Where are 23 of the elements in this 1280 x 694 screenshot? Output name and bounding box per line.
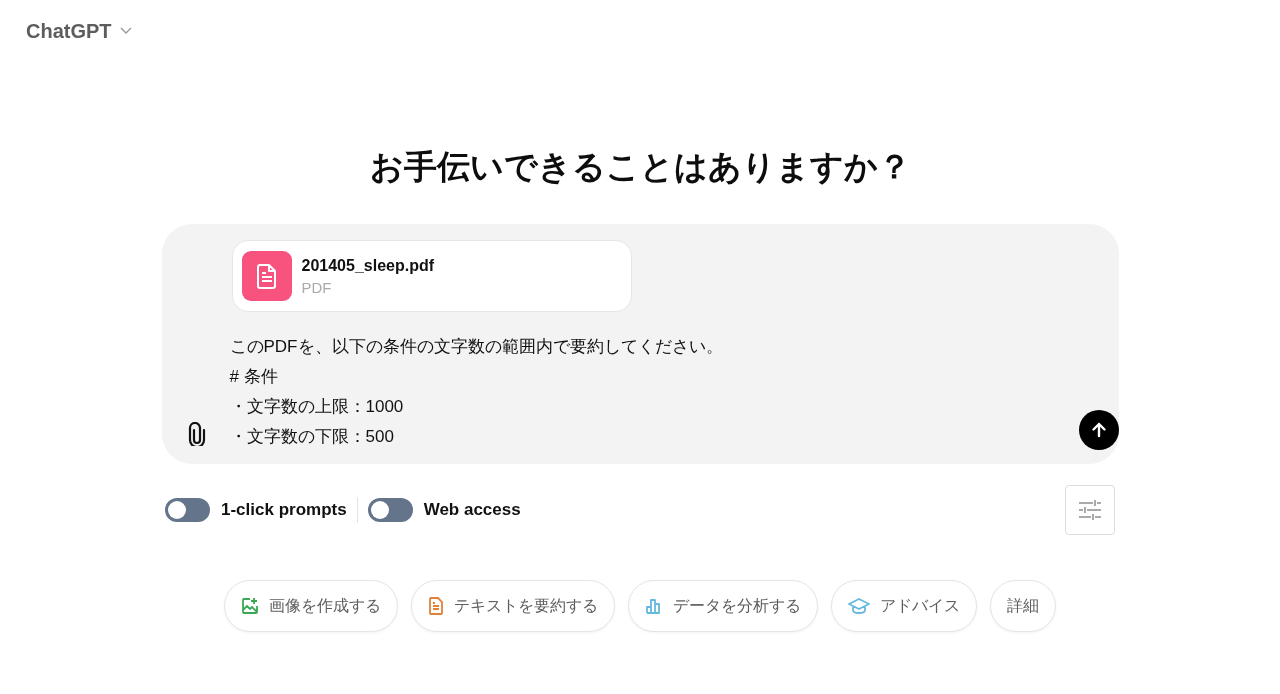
document-icon bbox=[428, 597, 444, 615]
suggestion-chip[interactable]: データを分析する bbox=[628, 580, 818, 632]
graduation-cap-icon bbox=[848, 597, 870, 615]
sliders-icon bbox=[1077, 498, 1103, 522]
file-name: 201405_sleep.pdf bbox=[301, 256, 435, 275]
paperclip-icon[interactable] bbox=[187, 422, 206, 446]
file-type: PDF bbox=[301, 278, 333, 296]
model-selector[interactable]: ChatGPT bbox=[26, 16, 132, 46]
page-heading: お手伝いできることはありますか？ bbox=[369, 147, 911, 187]
suggestion-chip[interactable]: アドバイス bbox=[831, 580, 977, 632]
toggle-switch[interactable] bbox=[165, 498, 210, 522]
message-input[interactable]: このPDFを、以下の条件の文字数の範囲内で要約してください。 # 条件 ・文字数の上限：1000 ・文字数の下限：500 bbox=[229, 332, 1079, 452]
toggle-label: Web access bbox=[423, 500, 521, 520]
send-button[interactable] bbox=[1078, 410, 1119, 450]
document-icon bbox=[241, 251, 292, 301]
toggle-switch[interactable] bbox=[367, 498, 413, 522]
suggestion-chip[interactable]: 詳細 bbox=[990, 580, 1056, 632]
suggestion-chip[interactable]: 画像を作成する bbox=[224, 580, 398, 632]
chevron-down-icon bbox=[119, 27, 132, 35]
suggestion-chip[interactable]: テキストを要約する bbox=[411, 580, 615, 632]
toggle-label: 1-click prompts bbox=[221, 500, 347, 520]
image-icon bbox=[241, 597, 259, 615]
bar-chart-icon bbox=[645, 597, 663, 615]
